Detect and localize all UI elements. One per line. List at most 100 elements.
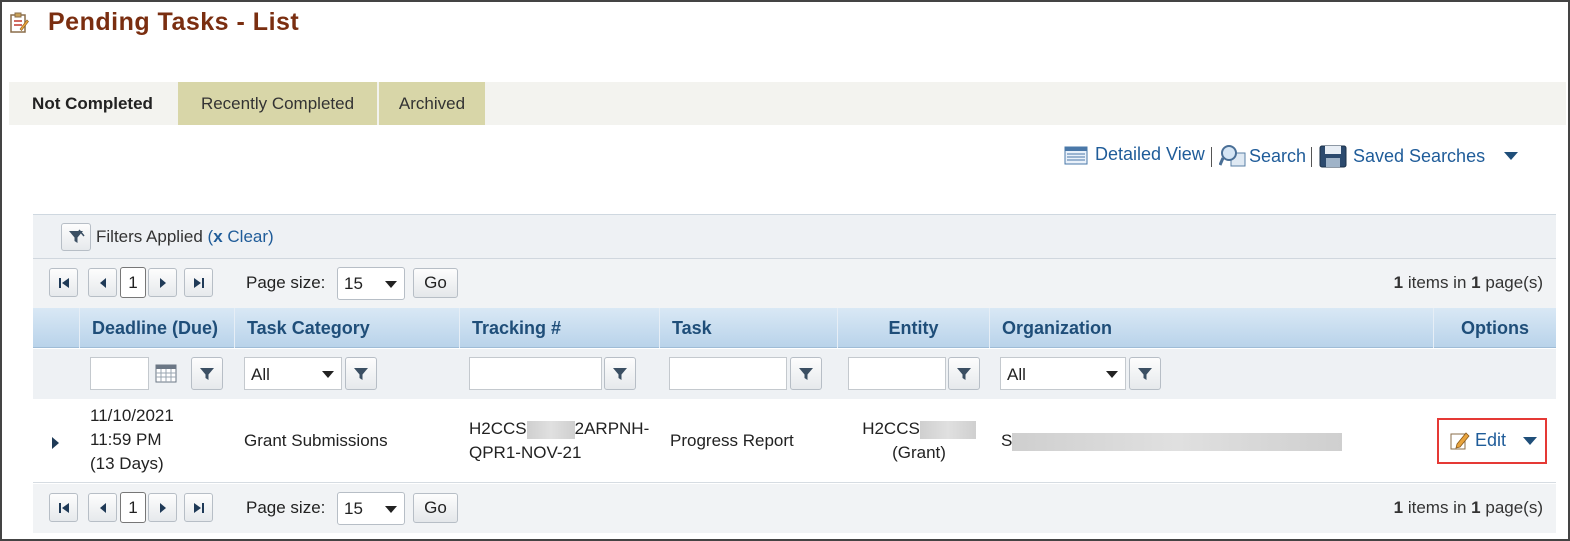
clear-filters-link[interactable]: Clear bbox=[227, 227, 268, 246]
task-category-filter-button[interactable] bbox=[345, 357, 377, 390]
search-link[interactable]: Search bbox=[1219, 144, 1306, 168]
entity-line2: (Grant) bbox=[892, 443, 946, 462]
items-text: items in bbox=[1407, 498, 1467, 517]
detailed-view-link[interactable]: Detailed View bbox=[1064, 144, 1205, 165]
chevron-down-icon bbox=[1106, 371, 1118, 378]
task-category-cell: Grant Submissions bbox=[244, 431, 388, 450]
redacted-block bbox=[1012, 432, 1343, 451]
tab-not-completed[interactable]: Not Completed bbox=[9, 82, 176, 125]
task-filter-input[interactable] bbox=[669, 357, 787, 390]
organization-cell: S bbox=[1001, 429, 1343, 453]
pager-info: 1 items in 1 page(s) bbox=[1394, 273, 1543, 293]
column-header-tracking[interactable]: Tracking # bbox=[459, 308, 659, 348]
pages-count: 1 bbox=[1471, 498, 1481, 517]
tab-recently-completed[interactable]: Recently Completed bbox=[176, 82, 377, 125]
tab-archived[interactable]: Archived bbox=[377, 82, 485, 125]
items-text: items in bbox=[1407, 273, 1467, 292]
filters-close-paren: ) bbox=[268, 227, 274, 246]
chevron-down-icon bbox=[385, 281, 397, 288]
go-button[interactable]: Go bbox=[413, 493, 458, 523]
go-button[interactable]: Go bbox=[413, 268, 458, 298]
chevron-down-icon bbox=[385, 506, 397, 513]
first-page-button[interactable] bbox=[49, 493, 78, 522]
filter-icon bbox=[799, 367, 813, 380]
deadline-date: 11/10/2021 bbox=[90, 406, 174, 425]
prev-page-button[interactable] bbox=[88, 268, 117, 297]
tracking-filter-button[interactable] bbox=[604, 357, 636, 390]
chevron-down-icon bbox=[322, 371, 334, 378]
column-header-deadline[interactable]: Deadline (Due) bbox=[79, 308, 234, 348]
prev-page-icon bbox=[99, 502, 106, 513]
organization-prefix: S bbox=[1001, 431, 1013, 450]
tracking-cell: H2CCS 2ARPNH- QPR1-NOV-21 bbox=[469, 417, 649, 465]
tracking-line2: QPR1-NOV-21 bbox=[469, 443, 582, 462]
saved-searches-link[interactable]: Saved Searches bbox=[1319, 144, 1485, 168]
page-size-value: 15 bbox=[344, 274, 363, 293]
pager-top: 1 Page size: 15 Go 1 items in 1 page(s) bbox=[33, 259, 1556, 308]
entity-filter-input[interactable] bbox=[848, 357, 946, 390]
organization-filter-button[interactable] bbox=[1129, 357, 1161, 390]
expand-row-icon[interactable] bbox=[51, 435, 61, 455]
organization-filter-value: All bbox=[1007, 365, 1026, 384]
table-row[interactable]: 11/10/2021 11:59 PM (13 Days) Grant Subm… bbox=[33, 399, 1556, 483]
page-size-select[interactable]: 15 bbox=[337, 267, 405, 300]
saved-searches-label: Saved Searches bbox=[1353, 145, 1486, 166]
filter-menu-button[interactable] bbox=[61, 223, 91, 251]
pager-bottom: 1 Page size: 15 Go 1 items in 1 page(s) bbox=[33, 484, 1556, 533]
tracking-line1-end: 2ARPNH- bbox=[574, 419, 650, 438]
deadline-cell: 11/10/2021 11:59 PM (13 Days) bbox=[90, 404, 174, 476]
search-icon bbox=[1219, 145, 1246, 167]
saved-searches-dropdown[interactable] bbox=[1504, 152, 1518, 160]
next-page-icon bbox=[159, 277, 166, 288]
clear-x-icon[interactable]: x bbox=[213, 227, 222, 246]
grid-header: Deadline (Due) Task Category Tracking # … bbox=[33, 308, 1556, 348]
edit-link[interactable]: Edit bbox=[1449, 429, 1506, 451]
filter-icon bbox=[1138, 367, 1152, 380]
items-count: 1 bbox=[1393, 498, 1404, 517]
items-count: 1 bbox=[1393, 273, 1404, 292]
next-page-button[interactable] bbox=[148, 268, 177, 297]
page-size-label: Page size: bbox=[246, 273, 326, 292]
filter-icon bbox=[613, 367, 627, 380]
entity-filter-button[interactable] bbox=[948, 357, 980, 390]
last-page-button[interactable] bbox=[184, 268, 213, 297]
prev-page-button[interactable] bbox=[88, 493, 117, 522]
organization-filter-select[interactable]: All bbox=[1000, 357, 1126, 390]
page-size-select[interactable]: 15 bbox=[337, 492, 405, 525]
task-category-filter-select[interactable]: All bbox=[244, 357, 342, 390]
current-page-number[interactable]: 1 bbox=[120, 267, 146, 298]
row-options-dropdown[interactable] bbox=[1523, 437, 1537, 445]
tracking-line1-start: H2CCS bbox=[469, 419, 527, 438]
column-header-entity[interactable]: Entity bbox=[837, 308, 989, 348]
next-page-button[interactable] bbox=[148, 493, 177, 522]
search-label: Search bbox=[1249, 145, 1307, 166]
page-size-label: Page size: bbox=[246, 498, 326, 517]
pager-info: 1 items in 1 page(s) bbox=[1394, 498, 1543, 518]
task-list-icon bbox=[10, 12, 29, 33]
first-page-icon bbox=[58, 277, 69, 288]
calendar-icon[interactable] bbox=[155, 363, 177, 388]
first-page-button[interactable] bbox=[49, 268, 78, 297]
expand-column-header bbox=[33, 308, 79, 348]
tracking-filter-input[interactable] bbox=[469, 357, 602, 390]
last-page-button[interactable] bbox=[184, 493, 213, 522]
deadline-filter-input[interactable] bbox=[90, 357, 149, 390]
task-filter-button[interactable] bbox=[790, 357, 822, 390]
column-header-task-category[interactable]: Task Category bbox=[234, 308, 459, 348]
current-page-number[interactable]: 1 bbox=[120, 492, 146, 523]
tab-bar: Not Completed Recently Completed Archive… bbox=[9, 82, 1566, 125]
last-page-icon bbox=[193, 277, 204, 288]
edit-icon bbox=[1450, 432, 1470, 450]
deadline-time: 11:59 PM bbox=[90, 430, 162, 449]
toolbar-divider bbox=[1311, 147, 1312, 167]
chevron-down-icon bbox=[1523, 437, 1537, 445]
filter-icon bbox=[200, 367, 214, 380]
redacted-block bbox=[919, 420, 976, 439]
column-header-task[interactable]: Task bbox=[659, 308, 837, 348]
tasks-grid: Filters Applied (x Clear) 1 Page size: 1… bbox=[33, 214, 1556, 533]
column-header-options: Options bbox=[1433, 308, 1556, 348]
column-header-organization[interactable]: Organization bbox=[989, 308, 1433, 348]
deadline-filter-button[interactable] bbox=[191, 357, 223, 390]
detailed-view-icon bbox=[1064, 146, 1088, 164]
task-cell: Progress Report bbox=[670, 431, 794, 450]
